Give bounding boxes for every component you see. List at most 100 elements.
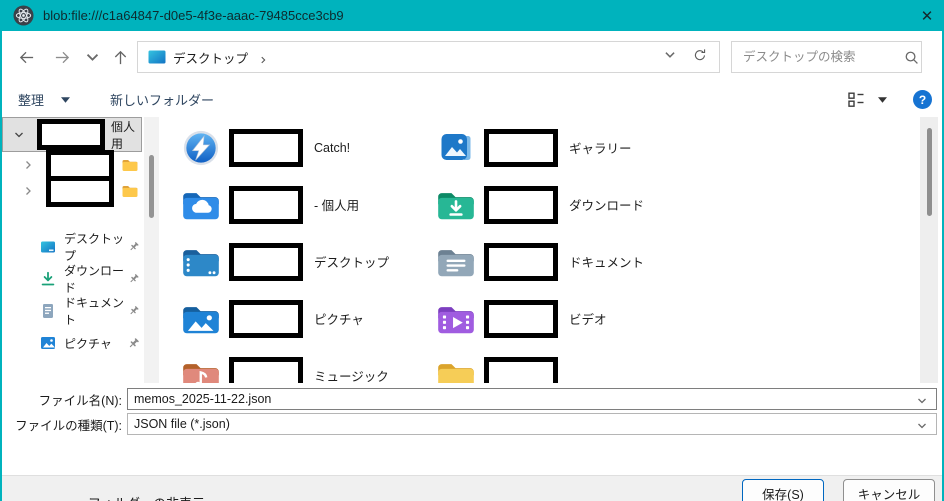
folder-small-icon xyxy=(122,183,138,199)
folder-videos-icon xyxy=(437,300,475,338)
address-bar[interactable]: デスクトップ xyxy=(137,41,720,73)
file-item-label: ギャラリー xyxy=(569,142,632,156)
view-options-caret-icon[interactable] xyxy=(878,96,887,103)
sidebar-tree-item[interactable]: 画像 xyxy=(2,175,159,207)
folder-documents-icon xyxy=(437,243,475,281)
file-item[interactable] xyxy=(437,347,692,383)
chevron-down-icon[interactable] xyxy=(916,419,928,431)
desktop-small-icon xyxy=(40,239,56,255)
sidebar-tree-item[interactable]: 個人用 xyxy=(2,117,142,152)
gallery-icon xyxy=(437,129,475,167)
folder-pictures-icon xyxy=(182,300,220,338)
sidebar-item-label: ドキュメント xyxy=(64,296,125,327)
new-folder-button[interactable]: 新しいフォルダー xyxy=(102,86,222,113)
file-item[interactable]: デスクトップ xyxy=(182,233,437,290)
pin-icon xyxy=(127,337,140,350)
pin-icon xyxy=(128,273,140,286)
save-button[interactable]: 保存(S) xyxy=(742,479,824,501)
file-item-label: ミュージック xyxy=(314,370,389,383)
file-item[interactable]: ギャラリー xyxy=(437,119,692,176)
app-catch-icon xyxy=(182,129,220,167)
search-icon[interactable] xyxy=(904,50,919,65)
tree-expander-icon[interactable] xyxy=(22,159,34,171)
filename-label: ファイル名(N): xyxy=(38,393,122,408)
chevron-right-icon[interactable] xyxy=(258,52,268,64)
pin-icon xyxy=(128,305,140,318)
file-item[interactable]: Catch! xyxy=(182,119,437,176)
save-dialog: デスクトップ 整理 新しいフォルダー xyxy=(2,31,942,501)
file-item[interactable]: ビデオ xyxy=(437,290,692,347)
redacted-box xyxy=(229,128,303,167)
sidebar-scrollbar-thumb[interactable] xyxy=(149,155,154,218)
redacted-box xyxy=(484,128,558,167)
tree-expander-icon[interactable] xyxy=(22,185,34,197)
sidebar-item-label: 個人用 xyxy=(111,119,136,151)
command-bar: 整理 新しいフォルダー ? xyxy=(2,84,942,115)
hide-folders-button[interactable]: フォルダーの非表示 xyxy=(88,493,205,501)
address-dropdown-chevron-icon[interactable] xyxy=(663,48,677,67)
redacted-box xyxy=(229,299,303,338)
pin-icon xyxy=(128,241,140,254)
up-icon[interactable] xyxy=(106,43,134,71)
refresh-icon[interactable] xyxy=(693,48,707,67)
sidebar-tree-item[interactable]: ドキュメント xyxy=(2,116,159,215)
sidebar: 個人用 ドキュメント 画像 デスク xyxy=(2,116,159,383)
navigation-bar: デスクトップ xyxy=(2,40,942,74)
file-item[interactable]: ドキュメント xyxy=(437,233,692,290)
tree-expander-icon[interactable] xyxy=(13,129,25,141)
sidebar-pinned: デスクトップ ダウンロード ドキュメント ピクチャ xyxy=(2,231,159,359)
redacted-box xyxy=(484,242,558,281)
dialog-footer: フォルダーの非表示 保存(S) キャンセル xyxy=(2,475,942,501)
desktop-location-icon xyxy=(148,50,166,64)
forward-icon[interactable] xyxy=(48,43,76,71)
filetype-select[interactable]: JSON file (*.json) xyxy=(127,413,937,435)
chevron-down-icon[interactable] xyxy=(916,394,928,406)
file-item-label: Catch! xyxy=(314,140,351,155)
document-small-icon xyxy=(40,303,56,319)
organize-button[interactable]: 整理 xyxy=(10,86,78,113)
folder-desktop-icon xyxy=(182,243,220,281)
cancel-button[interactable]: キャンセル xyxy=(843,479,935,501)
search-input[interactable] xyxy=(743,50,904,64)
folder-small-icon xyxy=(122,157,138,173)
search-box[interactable] xyxy=(731,41,922,73)
file-item[interactable]: ダウンロード xyxy=(437,176,692,233)
filetype-row: ファイルの種類(T): JSON file (*.json) xyxy=(2,413,942,435)
sidebar-pinned-item[interactable]: ダウンロード xyxy=(2,263,159,295)
redacted-box xyxy=(229,185,303,224)
titlebar: blob:file:///c1a64847-d0e5-4f3e-aaac-794… xyxy=(0,0,944,31)
recent-locations-chevron-icon[interactable] xyxy=(82,43,102,71)
filetype-value: JSON file (*.json) xyxy=(134,417,230,431)
filename-row: ファイル名(N): xyxy=(2,388,942,410)
filetype-label: ファイルの種類(T): xyxy=(15,418,122,433)
redacted-box xyxy=(484,185,558,224)
filename-combobox[interactable] xyxy=(127,388,937,410)
picture-small-icon xyxy=(40,335,56,351)
file-item-label: ピクチャ xyxy=(314,313,364,327)
file-item-label: デスクトップ xyxy=(314,256,390,270)
redacted-box xyxy=(229,356,303,383)
sidebar-item-label: ダウンロード xyxy=(64,264,125,295)
help-button[interactable]: ? xyxy=(913,90,932,109)
view-options-icon[interactable] xyxy=(848,92,868,108)
window-title: blob:file:///c1a64847-d0e5-4f3e-aaac-794… xyxy=(43,8,344,23)
content-area: 個人用 ドキュメント 画像 デスク xyxy=(2,116,942,383)
file-list-scrollbar-thumb[interactable] xyxy=(927,128,932,216)
caret-down-icon xyxy=(61,96,71,103)
back-icon[interactable] xyxy=(12,43,40,71)
sidebar-pinned-item[interactable]: ドキュメント xyxy=(2,295,159,327)
filename-input[interactable] xyxy=(134,392,936,406)
sidebar-pinned-item[interactable]: ピクチャ xyxy=(2,327,159,359)
file-item[interactable]: ミュージック xyxy=(182,347,437,383)
file-list-scrollbar[interactable] xyxy=(920,117,938,383)
sidebar-scrollbar[interactable] xyxy=(144,117,159,383)
atom-icon xyxy=(13,5,34,26)
close-icon[interactable]: ✕ xyxy=(910,0,944,31)
sidebar-item-label: デスクトップ xyxy=(64,232,125,263)
sidebar-pinned-item[interactable]: デスクトップ xyxy=(2,231,159,263)
redacted-box xyxy=(46,175,114,207)
file-item[interactable]: ピクチャ xyxy=(182,290,437,347)
breadcrumb-location[interactable]: デスクトップ xyxy=(173,48,248,67)
file-item[interactable]: - 個人用 xyxy=(182,176,437,233)
redacted-box xyxy=(229,242,303,281)
